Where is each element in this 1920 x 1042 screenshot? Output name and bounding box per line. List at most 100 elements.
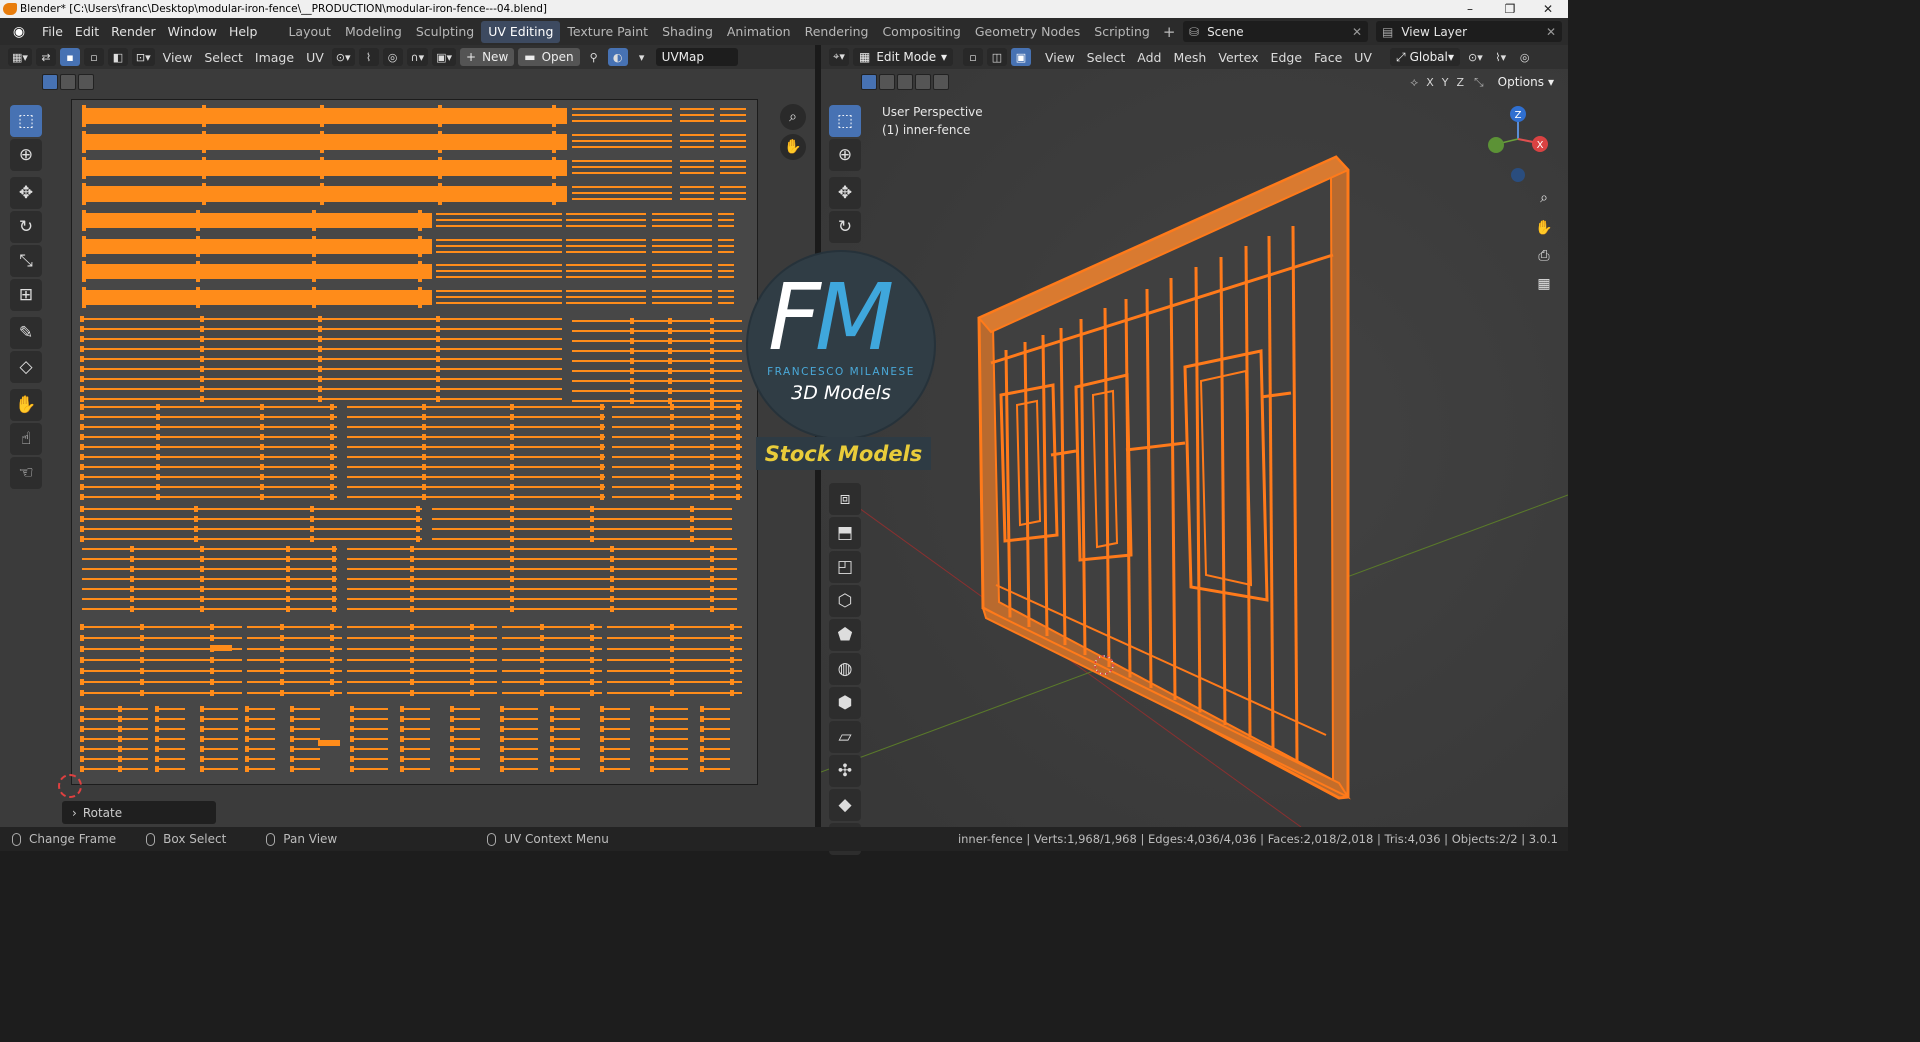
face-select-icon[interactable]: ◧ bbox=[107, 48, 128, 66]
uv-island[interactable] bbox=[82, 708, 118, 710]
uv-island[interactable] bbox=[120, 728, 148, 730]
uv-island[interactable] bbox=[612, 436, 742, 438]
uv-island[interactable] bbox=[347, 548, 737, 550]
pan-icon[interactable]: ✋ bbox=[1531, 215, 1557, 241]
uv-island[interactable] bbox=[347, 436, 605, 438]
uv-island[interactable] bbox=[612, 476, 742, 478]
select-invert-icon[interactable] bbox=[915, 74, 931, 90]
uv-island[interactable] bbox=[438, 183, 442, 205]
uv-island[interactable] bbox=[718, 270, 734, 272]
uv-island[interactable] bbox=[312, 210, 316, 231]
uv-island[interactable] bbox=[82, 287, 86, 308]
uv-island[interactable] bbox=[82, 692, 242, 694]
uv-island[interactable] bbox=[432, 538, 732, 540]
uv-island[interactable] bbox=[718, 219, 734, 221]
uv-menu-uv[interactable]: UV bbox=[300, 50, 330, 65]
overlay-icon[interactable]: ◐ bbox=[607, 48, 628, 66]
proportional-edit-icon[interactable]: ◎ bbox=[382, 48, 403, 66]
shear-tool-icon[interactable]: ◆ bbox=[829, 789, 861, 821]
uv-sync-icon[interactable]: ⇄ bbox=[35, 48, 56, 66]
uv-island[interactable] bbox=[120, 758, 148, 760]
uv-island[interactable] bbox=[652, 748, 688, 750]
uv-island[interactable] bbox=[718, 245, 734, 247]
island-select-icon[interactable]: ⊡▾ bbox=[131, 48, 155, 66]
uv-island[interactable] bbox=[347, 578, 737, 580]
uv-island[interactable] bbox=[82, 528, 422, 530]
uv-island[interactable] bbox=[347, 692, 497, 694]
uv-island[interactable] bbox=[157, 708, 185, 710]
uv-island[interactable] bbox=[436, 239, 562, 241]
uv-island[interactable] bbox=[566, 213, 646, 215]
uv-island[interactable] bbox=[652, 758, 688, 760]
uv-island[interactable] bbox=[572, 192, 672, 194]
tab-scripting[interactable]: Scripting bbox=[1087, 21, 1157, 43]
uv-island[interactable] bbox=[82, 456, 337, 458]
uv-island[interactable] bbox=[702, 758, 730, 760]
uv-menu-view[interactable]: View bbox=[157, 50, 199, 65]
uv-island[interactable] bbox=[82, 406, 337, 408]
cursor-tool-icon[interactable]: ⊕ bbox=[829, 139, 861, 171]
uv-island[interactable] bbox=[292, 728, 320, 730]
uv-island[interactable] bbox=[82, 131, 86, 153]
uv-island[interactable] bbox=[452, 728, 480, 730]
vertex-select-icon[interactable]: ▪ bbox=[59, 48, 80, 66]
uv-island[interactable] bbox=[82, 239, 432, 254]
snap-icon[interactable]: ⌇ bbox=[358, 48, 379, 66]
uv-island[interactable] bbox=[612, 486, 742, 488]
zoom-icon[interactable]: ⌕ bbox=[1531, 185, 1557, 211]
uv-island[interactable] bbox=[247, 758, 275, 760]
editor-type-icon[interactable]: ▦▾ bbox=[8, 48, 32, 66]
orientation-selector[interactable]: ⤢ Global ▾ bbox=[1389, 48, 1460, 66]
uv-island[interactable] bbox=[702, 708, 730, 710]
uv-island[interactable] bbox=[120, 738, 148, 740]
uv-island[interactable] bbox=[572, 198, 672, 200]
uv-island[interactable] bbox=[652, 213, 712, 215]
uv-island[interactable] bbox=[720, 134, 746, 136]
uv-island[interactable] bbox=[402, 758, 430, 760]
uv-island[interactable] bbox=[566, 225, 646, 227]
tab-rendering[interactable]: Rendering bbox=[798, 21, 876, 43]
uv-island[interactable] bbox=[432, 518, 732, 520]
uv-island[interactable] bbox=[602, 738, 630, 740]
vp-menu-add[interactable]: Add bbox=[1131, 50, 1167, 65]
uv-island[interactable] bbox=[502, 728, 538, 730]
uv-island[interactable] bbox=[157, 738, 185, 740]
editor-type-icon[interactable]: ⌖▾ bbox=[829, 48, 849, 66]
uv-island[interactable] bbox=[572, 350, 742, 352]
uv-island[interactable] bbox=[82, 558, 337, 560]
vp-menu-vertex[interactable]: Vertex bbox=[1212, 50, 1264, 65]
uv-island[interactable] bbox=[402, 738, 430, 740]
uv-island[interactable] bbox=[452, 748, 480, 750]
edge-mode-icon[interactable]: ◫ bbox=[987, 48, 1007, 66]
uv-island[interactable] bbox=[347, 426, 605, 428]
spin-tool-icon[interactable]: ◍ bbox=[829, 653, 861, 685]
auto-merge-icon[interactable]: ⤡ bbox=[1474, 75, 1484, 90]
uv-island[interactable] bbox=[247, 768, 275, 770]
last-operator-panel[interactable]: › Rotate bbox=[62, 801, 216, 824]
uv-island[interactable] bbox=[82, 728, 118, 730]
uv-island[interactable] bbox=[720, 146, 746, 148]
uv-island[interactable] bbox=[572, 400, 742, 402]
uv-island[interactable] bbox=[607, 670, 742, 672]
uv-island[interactable] bbox=[718, 296, 734, 298]
uv-island[interactable] bbox=[552, 157, 556, 179]
uv-island[interactable] bbox=[292, 748, 320, 750]
options-dropdown[interactable]: Options ▾ bbox=[1491, 73, 1560, 91]
uv-island[interactable] bbox=[82, 568, 337, 570]
uv-island[interactable] bbox=[82, 183, 86, 205]
uv-island[interactable] bbox=[612, 426, 742, 428]
uv-island[interactable] bbox=[347, 659, 497, 661]
tab-sculpting[interactable]: Sculpting bbox=[409, 21, 481, 43]
uv-island[interactable] bbox=[202, 105, 206, 127]
uv-island[interactable] bbox=[157, 768, 185, 770]
uv-island[interactable] bbox=[347, 476, 605, 478]
uv-island[interactable] bbox=[612, 466, 742, 468]
uv-island[interactable] bbox=[680, 160, 714, 162]
mode-selector[interactable]: ▦ Edit Mode ▾ bbox=[853, 48, 953, 66]
uv-island[interactable] bbox=[566, 302, 646, 304]
uv-island[interactable] bbox=[702, 748, 730, 750]
uv-island[interactable] bbox=[347, 626, 497, 628]
uv-island[interactable] bbox=[452, 718, 480, 720]
vp-menu-edge[interactable]: Edge bbox=[1265, 50, 1308, 65]
uv-island[interactable] bbox=[247, 637, 342, 639]
